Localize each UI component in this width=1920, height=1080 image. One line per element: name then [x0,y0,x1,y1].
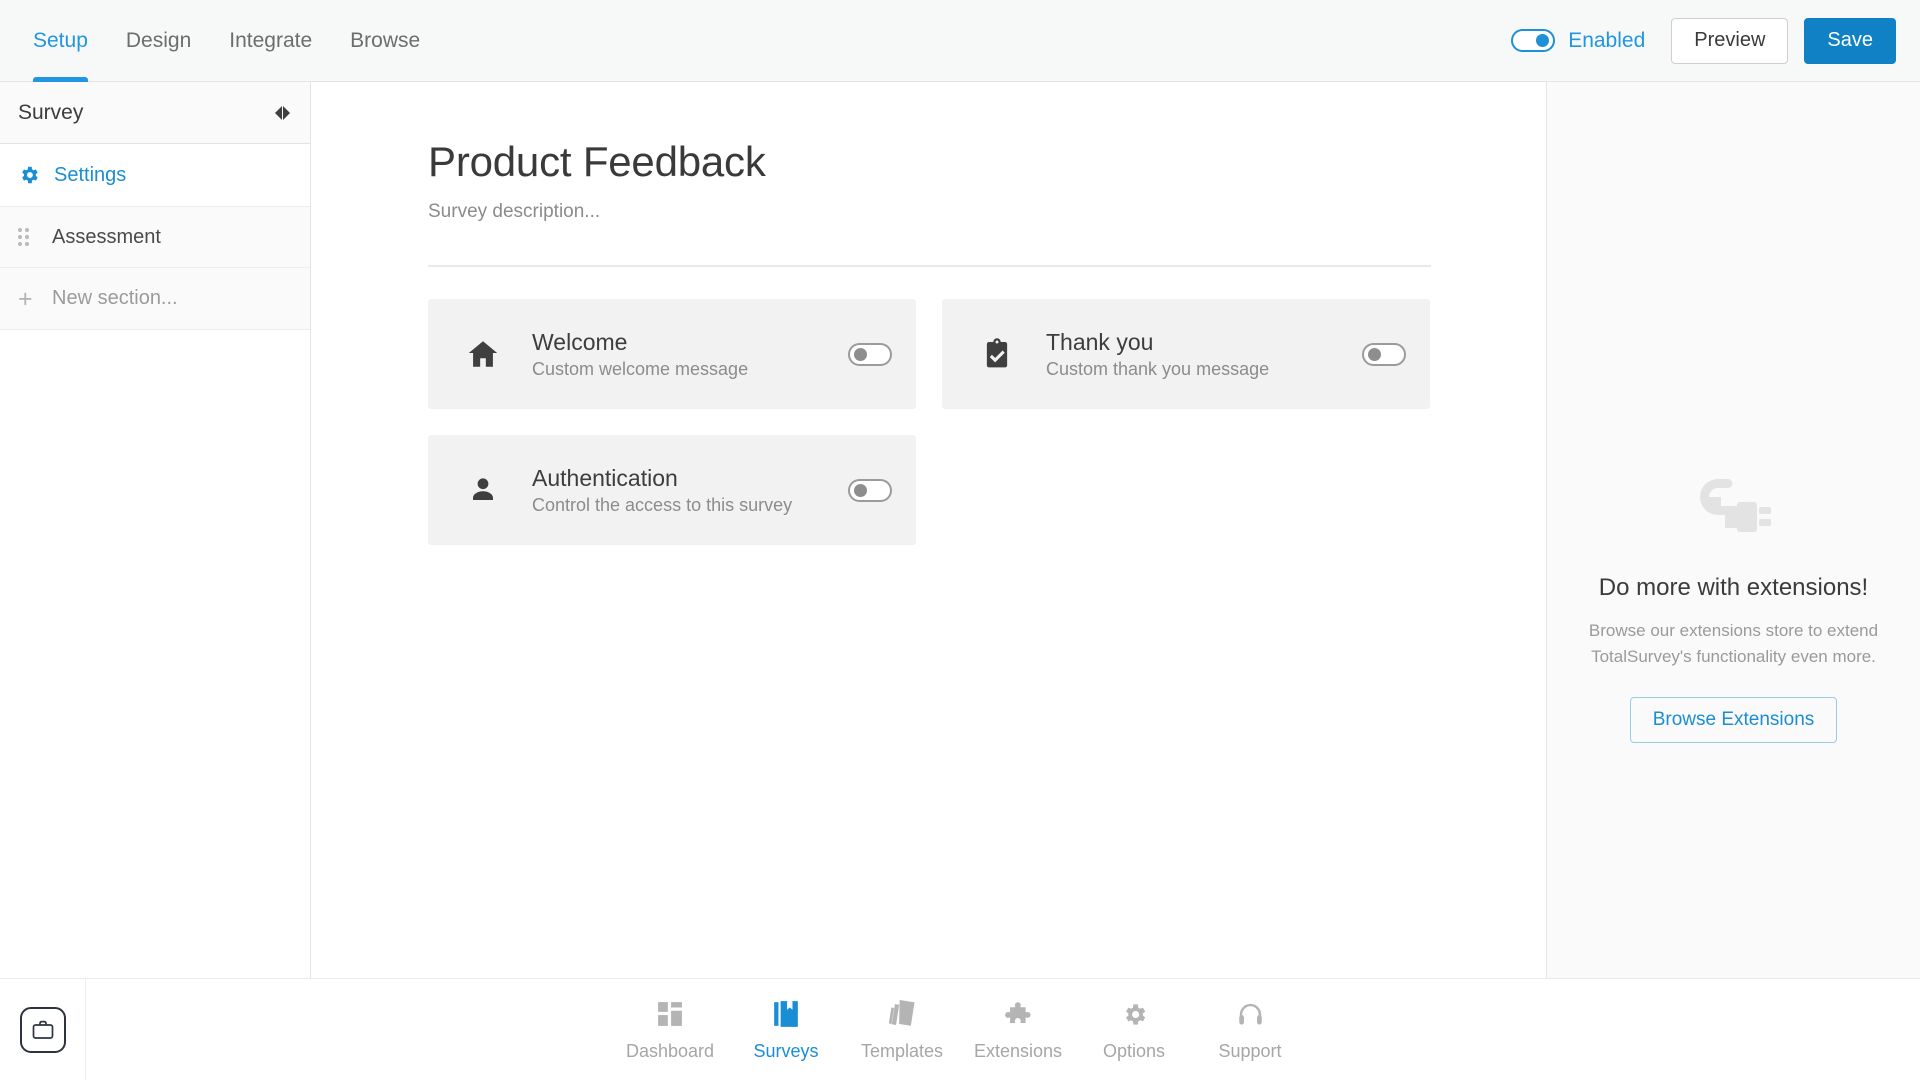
card-welcome[interactable]: Welcome Custom welcome message [428,299,916,409]
sidebar-header: Survey [0,82,310,144]
sidebar-item-settings-label: Settings [54,163,127,186]
card-thank-you[interactable]: Thank you Custom thank you message [942,299,1430,409]
bottom-nav-templates-label: Templates [860,1041,944,1061]
user-icon [460,474,506,506]
card-authentication[interactable]: Authentication Control the access to thi… [428,435,916,545]
enabled-toggle-group: Enabled [1511,29,1645,53]
home-icon [460,337,506,371]
templates-cards-icon [889,997,915,1031]
arrow-left-glyph [275,105,282,120]
thank-you-toggle-switch[interactable] [1362,342,1406,366]
gear-icon [18,164,40,186]
extensions-promo-title: Do more with extensions! [1598,574,1869,601]
card-authentication-toggle-wrap [848,478,892,502]
sidebar-item-new-section[interactable]: + New section... [0,268,310,330]
book-bookmark-icon [773,997,799,1031]
tab-integrate[interactable]: Integrate [210,0,331,82]
sidebar-title: Survey [18,100,84,124]
tab-design[interactable]: Design [107,0,210,82]
bottom-nav-surveys-label: Surveys [753,1041,819,1061]
card-welcome-text: Welcome Custom welcome message [532,329,748,380]
puzzle-piece-icon [1004,997,1032,1031]
preview-button[interactable]: Preview [1671,17,1789,64]
bottom-nav-extensions[interactable]: Extensions [960,997,1076,1062]
card-authentication-text: Authentication Control the access to thi… [532,465,792,516]
card-welcome-toggle-wrap [848,342,892,366]
briefcase-icon[interactable] [19,1006,66,1053]
bottom-nav-dashboard[interactable]: Dashboard [612,997,728,1062]
browse-extensions-button[interactable]: Browse Extensions [1629,697,1838,743]
tab-browse[interactable]: Browse [331,0,439,82]
tab-design-label: Design [125,28,192,52]
bottom-nav-options-label: Options [1102,1041,1166,1061]
card-authentication-subtitle: Control the access to this survey [532,494,793,515]
plus-icon: + [18,284,33,313]
section-divider [428,265,1431,267]
bottom-nav-templates[interactable]: Templates [844,997,960,1062]
card-welcome-subtitle: Custom welcome message [532,358,749,379]
primary-tabs: Setup Design Integrate Browse [0,0,439,82]
tab-integrate-label: Integrate [229,28,313,52]
drag-handle-icon[interactable] [18,228,38,246]
sidebar-item-assessment[interactable]: Assessment [0,206,310,268]
extensions-promo-description: Browse our extensions store to extend To… [1588,621,1879,666]
enabled-toggle-switch[interactable] [1511,29,1556,52]
collapse-arrows-icon[interactable] [275,105,290,120]
card-welcome-title: Welcome [532,328,628,355]
bottom-nav-dashboard-label: Dashboard [625,1041,715,1061]
bottom-nav-options[interactable]: Options [1076,997,1192,1062]
bottom-nav-support[interactable]: Support [1192,997,1308,1062]
tab-browse-label: Browse [350,28,421,52]
arrow-right-glyph [283,105,290,120]
toggle-knob [854,347,867,361]
toggle-knob [1368,347,1381,361]
clipboard-check-icon [974,337,1020,371]
bottom-nav-support-label: Support [1218,1041,1282,1061]
sidebar-item-assessment-label: Assessment [52,225,161,248]
main-content: Product Feedback Survey description... W… [312,82,1545,978]
card-thank-you-text: Thank you Custom thank you message [1046,329,1269,380]
card-thank-you-toggle-wrap [1362,342,1406,366]
top-bar: Setup Design Integrate Browse Enabled Pr… [0,0,1920,82]
bottom-nav-surveys[interactable]: Surveys [728,997,844,1062]
extensions-promo-panel: Do more with extensions! Browse our exte… [1546,82,1920,978]
plug-icon [1695,472,1773,542]
tab-setup[interactable]: Setup [14,0,107,82]
settings-card-list: Welcome Custom welcome message Thank you… [428,299,1431,545]
bottom-bar-brand [0,978,86,1080]
card-thank-you-title: Thank you [1046,328,1154,355]
sidebar-item-new-section-label: New section... [52,287,178,309]
headset-icon [1237,997,1264,1031]
card-thank-you-subtitle: Custom thank you message [1046,358,1270,379]
survey-description: Survey description... [428,201,601,222]
enabled-toggle-label: Enabled [1568,28,1646,52]
page-title: Product Feedback [428,138,766,185]
gear-icon [1121,997,1148,1031]
authentication-toggle-switch[interactable] [848,478,892,502]
top-bar-actions: Enabled Preview Save [1511,17,1920,64]
bottom-nav-extensions-label: Extensions [973,1041,1063,1061]
app-root: Setup Design Integrate Browse Enabled Pr… [0,0,1920,1080]
save-button[interactable]: Save [1804,17,1896,64]
sidebar: Survey Settings Assessment + New section… [0,82,311,978]
toggle-knob [854,483,867,497]
tab-setup-label: Setup [33,28,88,52]
sidebar-item-settings[interactable]: Settings [0,144,310,206]
welcome-toggle-switch[interactable] [848,342,892,366]
dashboard-grid-icon [657,997,683,1031]
card-authentication-title: Authentication [532,464,678,491]
bottom-bar: Dashboard Surveys Templates Extensions O… [0,978,1920,1080]
toggle-knob [1536,34,1550,47]
bottom-nav: Dashboard Surveys Templates Extensions O… [612,997,1394,1062]
